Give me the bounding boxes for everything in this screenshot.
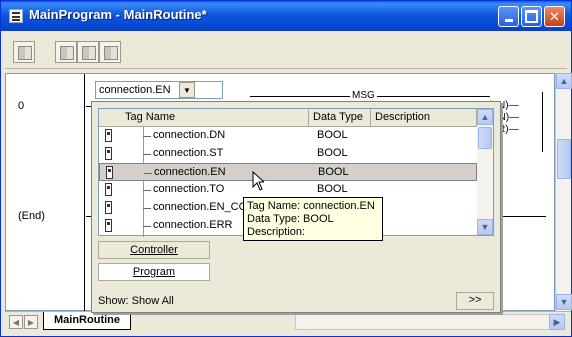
tag-type: BOOL <box>317 147 348 159</box>
bool-tag-icon <box>106 166 113 179</box>
left-power-rail <box>84 74 85 312</box>
msg-instruction-label: MSG <box>350 90 377 101</box>
col-tag-name[interactable]: Tag Name <box>99 109 309 127</box>
bool-tag-icon <box>105 129 112 142</box>
tag-grid-scrollbar[interactable]: ▲ ▼ <box>477 109 493 235</box>
toolbar <box>5 35 567 69</box>
window-title: MainProgram - MainRoutine* <box>29 7 207 22</box>
rung-end-label: (End) <box>18 210 45 222</box>
tree-branch <box>143 226 151 227</box>
tag-name: connection.DN <box>153 129 226 141</box>
tab-next-icon[interactable]: ▶ <box>24 315 38 329</box>
bool-tag-icon <box>105 201 112 214</box>
ladder-horizontal-scrollbar[interactable]: ▶ <box>295 314 565 330</box>
program-scope-label: Program <box>132 266 176 278</box>
sheet-tab-bar: ◀ ▶ MainRoutine ▶ <box>5 311 571 331</box>
scroll-right-icon[interactable]: ▶ <box>549 314 565 330</box>
expand-button[interactable]: >> <box>456 292 494 310</box>
mouse-pointer-icon <box>252 171 264 191</box>
tag-name: connection.EN_CC <box>153 201 247 213</box>
show-filter-label[interactable]: Show: Show All <box>98 295 174 307</box>
tag-type: BOOL <box>317 183 348 195</box>
controller-scope-label: Controller <box>130 244 178 256</box>
tag-name: connection.EN <box>154 166 226 178</box>
scroll-down-icon[interactable]: ▼ <box>556 294 572 310</box>
tree-branch <box>143 154 151 155</box>
toolbar-tool-4-icon[interactable] <box>99 41 121 63</box>
bool-tag-icon <box>105 183 112 196</box>
tooltip-tag-name: Tag Name: connection.EN <box>247 200 375 212</box>
tree-branch <box>143 190 151 191</box>
scroll-up-icon[interactable]: ▲ <box>477 109 493 125</box>
tooltip-data-type: Data Type: BOOL <box>247 213 334 225</box>
toolbar-tool-2-icon[interactable] <box>55 41 77 63</box>
col-description[interactable]: Description <box>371 109 477 127</box>
tag-row[interactable]: connection.DN BOOL <box>99 127 477 145</box>
ladder-scroll-thumb[interactable] <box>557 139 571 179</box>
col-data-type[interactable]: Data Type <box>309 109 371 127</box>
tag-grid-header: Tag Name Data Type Description <box>99 109 477 127</box>
tag-name: connection.TO <box>153 183 225 195</box>
operand-field[interactable]: connection.EN <box>95 81 223 99</box>
toolbar-tool-3-icon[interactable] <box>77 41 99 63</box>
routine-window: MainProgram - MainRoutine* ✕ 0 (End) MSG… <box>0 0 572 337</box>
ladder-vertical-scrollbar[interactable]: ▲ ▼ <box>555 73 572 311</box>
scroll-up-icon[interactable]: ▲ <box>556 73 572 89</box>
right-power-rail <box>542 92 543 152</box>
tree-branch <box>144 173 152 174</box>
maximize-button[interactable] <box>521 6 542 27</box>
tag-grid-scroll-thumb[interactable] <box>478 127 492 149</box>
tag-type: BOOL <box>318 166 349 178</box>
tag-row-selected[interactable]: connection.EN BOOL <box>99 163 477 181</box>
minimize-button[interactable] <box>498 6 519 27</box>
controller-scope-button[interactable]: Controller <box>98 241 210 259</box>
tab-first-icon[interactable]: ◀ <box>9 315 23 329</box>
toolbar-tool-1-icon[interactable] <box>13 41 35 63</box>
tree-branch <box>143 208 151 209</box>
tag-row[interactable]: connection.ST BOOL <box>99 145 477 163</box>
rung-number-0: 0 <box>18 100 25 112</box>
scroll-down-icon[interactable]: ▼ <box>477 219 493 235</box>
program-scope-button[interactable]: Program <box>98 263 210 281</box>
bool-tag-icon <box>105 219 112 232</box>
tag-type: BOOL <box>317 129 348 141</box>
tag-tooltip: Tag Name: connection.EN Data Type: BOOL … <box>243 197 383 241</box>
chevron-down-icon[interactable]: ▼ <box>179 82 195 98</box>
tag-name: connection.ERR <box>153 219 233 231</box>
bool-tag-icon <box>105 147 112 160</box>
title-bar[interactable]: MainProgram - MainRoutine* ✕ <box>1 1 571 31</box>
window-icon <box>9 9 23 23</box>
tree-branch <box>143 136 151 137</box>
tag-name: connection.ST <box>153 147 224 159</box>
close-button[interactable]: ✕ <box>544 6 565 27</box>
tab-mainroutine[interactable]: MainRoutine <box>43 312 131 330</box>
tooltip-description: Description: <box>247 226 306 238</box>
